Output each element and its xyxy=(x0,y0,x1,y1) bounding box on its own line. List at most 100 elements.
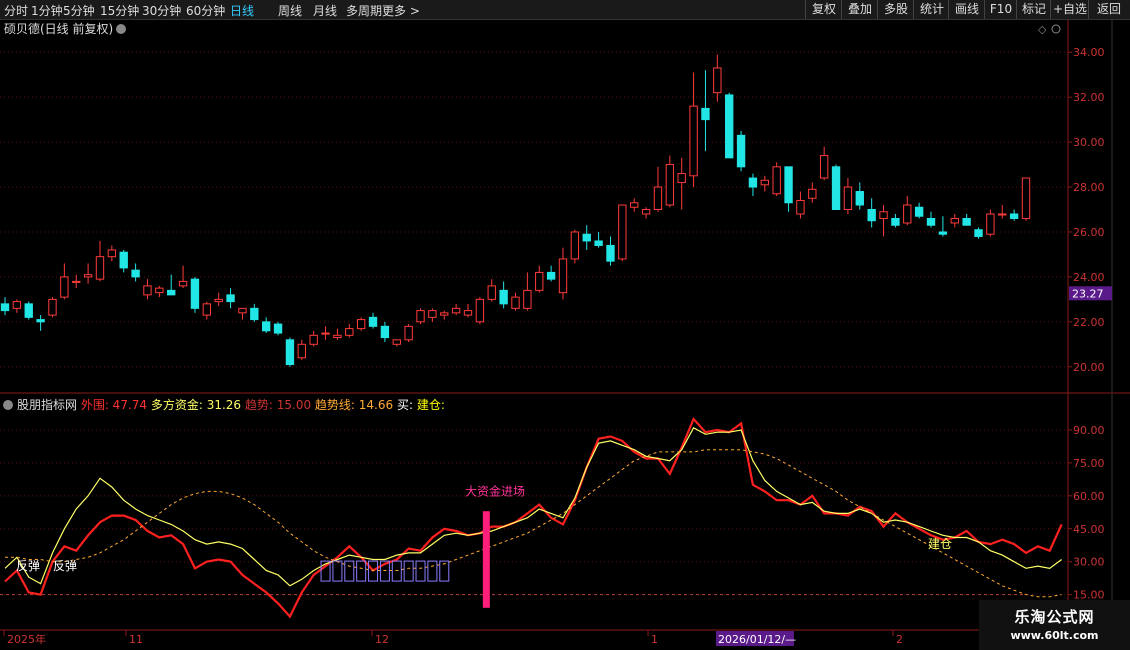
main-title: 硕贝德(日线 前复权) xyxy=(4,21,113,36)
candle-body-19 xyxy=(226,294,235,303)
candle-body-35 xyxy=(416,310,425,323)
tool-button-8[interactable]: 返回 xyxy=(1088,0,1129,19)
candle-body-73 xyxy=(867,209,876,222)
candle-body-53 xyxy=(630,202,639,208)
tool-button-3[interactable]: 统计 xyxy=(913,0,950,19)
period-toolbar: 分时 1分钟 5分钟 15分钟 30分钟 60分钟 日线 周线 月线 多周期 更多 > 复权 叠加 多股统… xyxy=(0,0,1130,20)
ind-tick-label-1: 75.00 xyxy=(1073,457,1105,470)
candle-body-55 xyxy=(653,186,663,211)
tool-button-4[interactable]: 画线 xyxy=(948,0,985,19)
candle-body-4 xyxy=(48,298,57,316)
time-label-3: 1 xyxy=(651,633,658,646)
period-tab-6[interactable]: 日线 xyxy=(230,2,254,19)
candle-body-76 xyxy=(903,204,912,224)
candle-body-69 xyxy=(819,155,829,179)
tool-button-7[interactable]: +自选 xyxy=(1050,0,1089,19)
chevron-down-icon xyxy=(116,24,126,34)
series-line-0 xyxy=(4,416,1063,619)
candle-body-49 xyxy=(582,233,591,242)
price-tick-label-7: 20.00 xyxy=(1073,361,1105,374)
candle-body-15 xyxy=(178,280,188,287)
period-tab-10[interactable]: 更多 > xyxy=(382,2,420,19)
readout-5: 建仓: xyxy=(417,398,445,412)
price-tick-label-5: 24.00 xyxy=(1073,271,1105,284)
candle-body-27 xyxy=(321,332,330,335)
candle-body-83 xyxy=(986,213,995,235)
candle-body-74 xyxy=(879,211,888,219)
signal-box-33 xyxy=(391,560,402,582)
candle-body-13 xyxy=(155,287,164,294)
diamond-icon: ◇ xyxy=(1038,23,1047,36)
period-tab-4[interactable]: 30分钟 xyxy=(142,2,181,19)
candle-body-80 xyxy=(950,217,959,224)
candle-body-26 xyxy=(309,334,318,345)
candle-body-3 xyxy=(36,319,45,323)
annotation-big-capital: 大资金进场 xyxy=(465,483,525,498)
watermark: 乐淘公式网 www.60lt.com xyxy=(979,600,1130,650)
candle-body-8 xyxy=(95,256,105,280)
candle-body-1 xyxy=(12,301,22,309)
candle-body-78 xyxy=(926,217,936,226)
candle-body-9 xyxy=(107,249,117,258)
tool-button-2[interactable]: 多股 xyxy=(877,0,914,19)
candle-body-56 xyxy=(665,164,675,206)
period-tab-8[interactable]: 月线 xyxy=(313,2,337,19)
period-tab-2[interactable]: 5分钟 xyxy=(63,2,95,19)
tool-button-0[interactable]: 复权 xyxy=(805,0,842,19)
candle-body-12 xyxy=(143,285,152,296)
candle-body-82 xyxy=(974,229,983,237)
candle-body-64 xyxy=(760,179,769,186)
candle-body-46 xyxy=(546,271,556,280)
tool-button-5[interactable]: F10 xyxy=(984,0,1017,19)
ind-tick-label-4: 30.00 xyxy=(1073,556,1105,569)
candle-body-16 xyxy=(190,278,200,309)
signal-box-30 xyxy=(356,560,367,582)
ind-chevron-down-icon xyxy=(3,400,13,410)
period-tab-9[interactable]: 多周期 xyxy=(346,2,382,19)
period-tab-7[interactable]: 周线 xyxy=(278,2,302,19)
period-tab-3[interactable]: 15分钟 xyxy=(100,2,139,19)
tool-button-1[interactable]: 叠加 xyxy=(841,0,878,19)
indicator-title: 股朋指标网 外围: 47.74 多方资金: 31.26 趋势: 15.00 趋势… xyxy=(17,397,445,412)
candle-body-58 xyxy=(689,105,698,177)
candle-body-23 xyxy=(273,323,283,334)
candle-body-63 xyxy=(748,177,758,188)
series-line-2 xyxy=(5,449,1062,598)
period-tab-5[interactable]: 60分钟 xyxy=(186,2,225,19)
candle-body-39 xyxy=(463,310,473,316)
candle-body-2 xyxy=(24,303,33,318)
candle-body-44 xyxy=(523,289,532,309)
candle-body-54 xyxy=(641,209,651,215)
candle-body-30 xyxy=(356,319,366,330)
candle-body-21 xyxy=(250,307,259,321)
candle-body-20 xyxy=(238,307,247,314)
candle-body-6 xyxy=(72,280,81,283)
candle-body-52 xyxy=(618,204,627,260)
candle-body-81 xyxy=(962,217,971,226)
stock-chart: 34.00 32.00 30.00 28.00 26.00 24.00 22.00 20.00… xyxy=(0,20,1130,646)
candle-body-48 xyxy=(570,231,580,260)
candle-body-38 xyxy=(451,307,461,314)
readout-2: 趋势: 15.00 xyxy=(245,398,315,412)
period-tab-0[interactable]: 分时 xyxy=(4,2,28,19)
candle-body-61 xyxy=(725,94,734,159)
candle-body-66 xyxy=(784,166,793,204)
time-label-0: 2025年 xyxy=(7,632,46,646)
candle-body-62 xyxy=(736,134,746,168)
candle-body-18 xyxy=(214,298,223,303)
tool-button-6[interactable]: 标记 xyxy=(1016,0,1051,19)
candle-body-17 xyxy=(202,303,212,316)
time-cursor-label: 2026/01/12/— xyxy=(718,633,796,646)
candle-body-41 xyxy=(487,285,496,300)
signal-box-36 xyxy=(427,560,438,582)
period-tab-1[interactable]: 1分钟 xyxy=(31,2,63,19)
candle-body-50 xyxy=(594,240,603,246)
readout-1: 多方资金: 31.26 xyxy=(151,397,245,412)
candle-body-7 xyxy=(83,274,93,278)
candle-body-59 xyxy=(701,107,710,121)
price-tick-label-6: 22.00 xyxy=(1073,316,1105,329)
candle-body-57 xyxy=(677,173,686,184)
annotation-rebound-2: 反弹 xyxy=(53,559,77,573)
candle-body-51 xyxy=(606,244,615,262)
candle-body-47 xyxy=(558,258,568,294)
